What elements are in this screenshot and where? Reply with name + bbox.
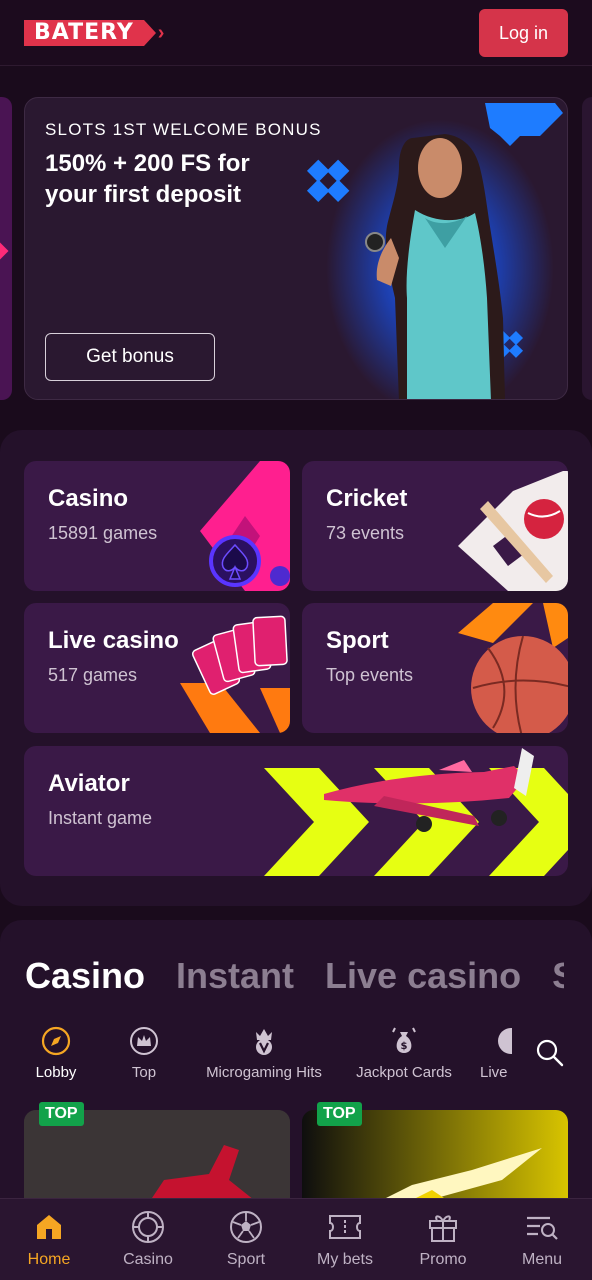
diamond-icon [0,242,9,260]
cricket-bat-ball-art [458,471,568,591]
basketball-art [458,603,568,733]
app-screen: BATERY › Log in SLOTS 1ST WELCOME BONUS … [0,0,592,1280]
svg-text:$: $ [401,1041,408,1052]
logo-chevron-icon: › [157,21,165,44]
crown-v-icon [249,1026,279,1056]
subtab-label: Jackpot Cards [356,1064,452,1081]
get-bonus-button[interactable]: Get bonus [45,333,215,381]
tab-casino[interactable]: Casino [25,955,145,996]
top-badge: TOP [317,1102,362,1126]
banner-next-peek[interactable] [582,97,592,400]
model-with-chip-illustration [306,103,563,399]
nav-casino[interactable]: Casino [103,1209,193,1269]
nav-home[interactable]: Home [4,1209,94,1269]
top-badge: TOP [39,1102,84,1126]
category-tile-casino[interactable]: Casino 15891 games [24,461,290,591]
category-tile-live-casino[interactable]: Live casino 517 games [24,603,290,733]
nav-label: Menu [521,1251,563,1268]
batery-logo[interactable]: BATERY › [24,20,164,46]
tab-more-peek[interactable]: S [552,955,564,995]
nav-menu[interactable]: Menu [497,1209,587,1269]
soccer-ball-icon [228,1209,264,1245]
logo-text: BATERY [24,20,144,46]
category-title: Live casino [48,627,179,654]
banner-subtitle: SLOTS 1ST WELCOME BONUS [45,120,322,139]
nav-promo[interactable]: Promo [398,1209,488,1269]
top-header: BATERY › Log in [0,0,592,66]
aviator-plane-art [264,748,568,876]
logo-arrow-shape [143,20,156,46]
category-title: Aviator [48,770,130,797]
gift-icon [425,1209,461,1245]
nav-label: Casino [123,1251,173,1268]
casino-chip-art [200,461,290,591]
category-subtitle: Instant game [48,808,153,828]
ticket-icon [327,1209,363,1245]
category-title: Casino [48,485,129,512]
category-subtitle: 73 events [326,523,405,543]
subtab-label: Lobby [35,1064,77,1081]
subtab-label: Live [480,1064,508,1081]
subtab-lobby[interactable]: Lobby [25,1026,87,1081]
money-bag-icon: $ [389,1026,419,1056]
category-title: Sport [326,627,389,654]
playing-cards-art [180,615,290,733]
category-tile-cricket[interactable]: Cricket 73 events [302,461,568,591]
category-subtitle: Top events [326,665,414,685]
subtab-label: Microgaming Hits [206,1064,322,1081]
nav-label: Home [27,1251,71,1268]
welcome-bonus-banner[interactable]: SLOTS 1ST WELCOME BONUS 150% + 200 FS fo… [24,97,568,400]
section-tabs: Casino Instant Live casino S [25,955,592,996]
search-icon[interactable] [535,1038,565,1073]
crown-icon [129,1026,159,1056]
menu-search-icon [524,1209,560,1245]
nav-sport[interactable]: Sport [201,1209,291,1269]
subtab-microgaming-hits[interactable]: Microgaming Hits [200,1026,328,1081]
category-subtitle: 517 games [48,665,138,685]
banner-prev-peek[interactable] [0,97,12,400]
nav-label: Sport [226,1251,266,1268]
login-button[interactable]: Log in [479,9,568,57]
banner-title: 150% + 200 FS for your first deposit [45,150,250,208]
category-subtitle: 15891 games [48,523,158,543]
bottom-navigation: Home Casino Sport My bets Promo Menu [0,1198,592,1280]
subtab-jackpot-cards[interactable]: $ Jackpot Cards [350,1026,458,1081]
tab-live-casino[interactable]: Live casino [325,955,521,996]
nav-my-bets[interactable]: My bets [300,1209,390,1269]
subtab-top[interactable]: Top [114,1026,174,1081]
compass-icon [41,1026,71,1056]
tab-instant[interactable]: Instant [176,955,294,996]
category-tile-aviator[interactable]: Aviator Instant game [24,746,568,876]
nav-label: My bets [316,1251,373,1268]
nav-label: Promo [419,1251,467,1268]
subtab-live[interactable]: Live [480,1026,512,1081]
casino-chip-icon [130,1209,166,1245]
category-tile-sport[interactable]: Sport Top events [302,603,568,733]
home-icon [31,1209,67,1245]
live-icon [496,1026,512,1056]
subtab-label: Top [131,1064,157,1081]
category-title: Cricket [326,485,408,512]
